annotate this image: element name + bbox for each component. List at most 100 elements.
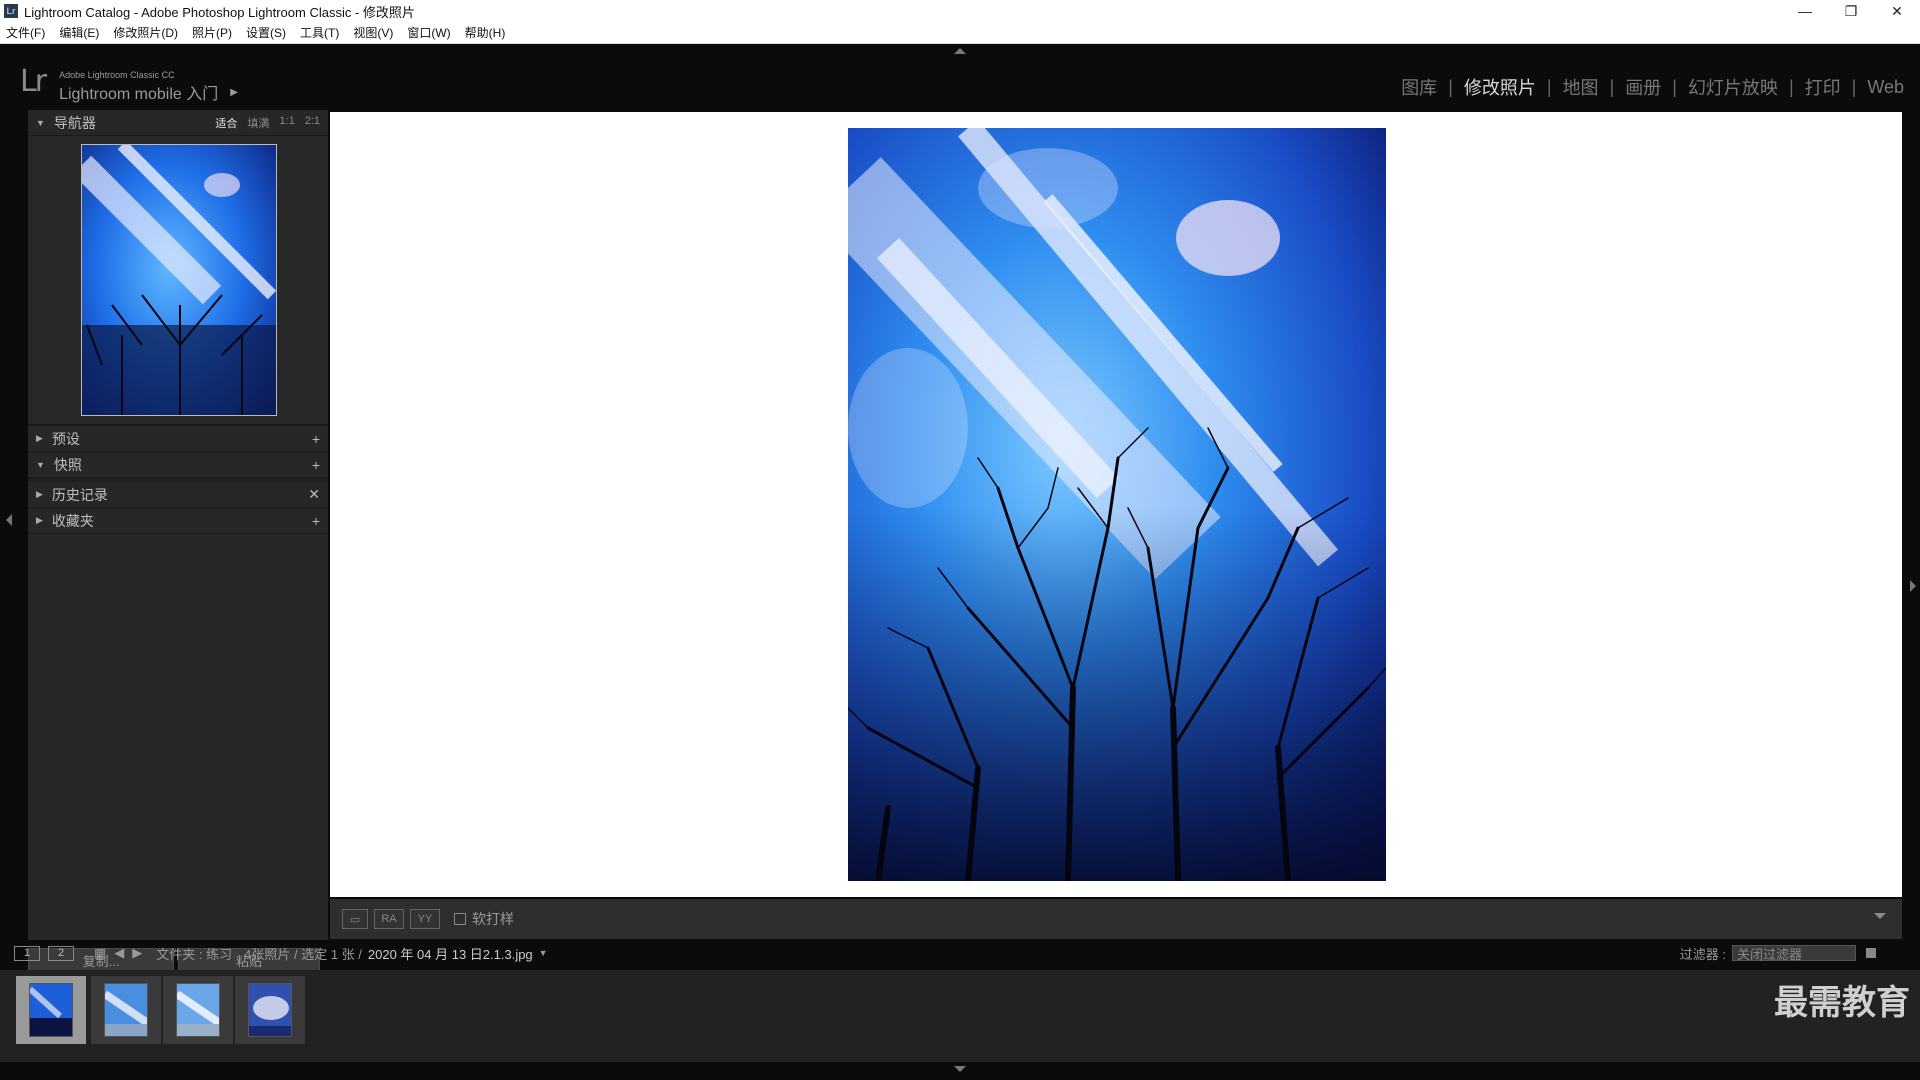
watermark-logo: 最需教育 xyxy=(1774,983,1910,1023)
menu-bar: 文件(F) 编辑(E) 修改照片(D) 照片(P) 设置(S) 工具(T) 视图… xyxy=(0,22,1920,44)
navigator-title: 导航器 xyxy=(53,114,96,131)
navigator-thumbnail[interactable] xyxy=(81,144,277,416)
film-image-3 xyxy=(176,983,220,1037)
image-canvas[interactable] xyxy=(330,112,1902,897)
film-image-2 xyxy=(104,983,148,1037)
identity-plate[interactable]: Lr Adobe Lightroom Classic CC Lightroom … xyxy=(20,64,238,104)
filter-group: 过滤器 : 关闭过滤器 xyxy=(1680,944,1876,963)
loupe-view-button[interactable]: ▭ xyxy=(342,909,368,929)
history-panel-header[interactable]: ▶ 历史记录 ✕ xyxy=(28,482,328,508)
grid-icon[interactable]: ▦ xyxy=(94,945,106,961)
filter-label: 过滤器 : xyxy=(1679,946,1726,962)
module-library[interactable]: 图库 xyxy=(1401,74,1437,100)
presets-panel-header[interactable]: ▶ 预设 + xyxy=(28,426,328,452)
develop-toolbar: ▭ RA YY 软打样 xyxy=(330,899,1902,939)
collapse-left-icon[interactable] xyxy=(6,514,12,526)
bottom-panel-toggle-icon[interactable] xyxy=(954,1066,966,1072)
filter-lock-icon[interactable] xyxy=(1866,948,1876,958)
expand-right-icon: ▶ xyxy=(36,433,43,443)
right-panel-edge[interactable] xyxy=(1904,104,1920,939)
soft-proof-label: 软打样 xyxy=(472,911,514,927)
lr-logo: Lr xyxy=(20,64,47,99)
navigator-image xyxy=(82,145,276,415)
presets-title: 预设 xyxy=(51,430,80,447)
add-collection-button[interactable]: + xyxy=(312,513,320,529)
forward-arrow-icon[interactable]: ▶ xyxy=(132,945,142,961)
menu-tools[interactable]: 工具(T) xyxy=(300,24,339,41)
before-after-button[interactable]: RA xyxy=(374,909,404,929)
collapse-right-icon[interactable] xyxy=(1910,580,1916,592)
expand-right-icon: ▶ xyxy=(36,515,43,525)
module-separator: | xyxy=(1448,76,1453,97)
collections-panel-header[interactable]: ▶ 收藏夹 + xyxy=(28,508,328,534)
window-titlebar: Lr Lightroom Catalog - Adobe Photoshop L… xyxy=(0,0,1920,22)
snapshots-panel-header[interactable]: ▼ 快照 + xyxy=(28,452,328,478)
film-thumb-2[interactable] xyxy=(91,976,161,1044)
photo-count: 4张照片 / 选定 1 张 / xyxy=(244,946,362,962)
module-separator: | xyxy=(1609,76,1615,97)
module-web[interactable]: Web xyxy=(1867,77,1904,98)
expand-down-icon: ▼ xyxy=(36,117,45,128)
top-panel-toggle-icon[interactable] xyxy=(954,48,966,54)
lightroom-app: Lr Adobe Lightroom Classic CC Lightroom … xyxy=(0,44,1920,1080)
zoom-fill[interactable]: 填满 xyxy=(247,115,269,131)
file-dropdown-icon[interactable]: ▼ xyxy=(539,948,548,958)
soft-proof-checkbox[interactable] xyxy=(454,913,466,925)
expand-right-icon: ▶ xyxy=(36,489,43,499)
menu-file[interactable]: 文件(F) xyxy=(6,24,45,41)
clear-history-button[interactable]: ✕ xyxy=(308,486,320,503)
film-thumb-3[interactable] xyxy=(163,976,233,1044)
main-photo-image xyxy=(848,128,1386,881)
module-separator: | xyxy=(1851,76,1857,97)
toolbar-menu-icon[interactable] xyxy=(1874,913,1886,919)
zoom-1-1[interactable]: 1:1 xyxy=(279,115,294,131)
film-thumb-1[interactable] xyxy=(16,976,86,1044)
window-2-button[interactable]: 2 xyxy=(48,945,74,961)
main-photo xyxy=(848,128,1386,881)
before-after-yy-button[interactable]: YY xyxy=(410,909,440,929)
zoom-2-1[interactable]: 2:1 xyxy=(305,115,320,131)
filter-select[interactable]: 关闭过滤器 xyxy=(1732,945,1856,962)
module-slideshow[interactable]: 幻灯片放映 xyxy=(1688,74,1778,100)
module-separator: | xyxy=(1672,76,1677,97)
module-book[interactable]: 画册 xyxy=(1625,74,1661,100)
navigator-header[interactable]: ▼ 导航器 适合 填满 1:1 2:1 xyxy=(28,110,328,136)
history-title: 历史记录 xyxy=(51,486,108,503)
current-file[interactable]: 2020 年 04 月 13 日2.1.3.jpg xyxy=(368,944,533,963)
menu-photo[interactable]: 照片(P) xyxy=(192,24,232,41)
module-print[interactable]: 打印 xyxy=(1805,74,1841,100)
add-preset-button[interactable]: + xyxy=(312,431,320,447)
expand-down-icon: ▼ xyxy=(36,459,45,470)
menu-develop[interactable]: 修改照片(D) xyxy=(113,24,178,41)
play-triangle-icon[interactable]: ▶ xyxy=(230,87,238,98)
menu-view[interactable]: 视图(V) xyxy=(353,24,393,41)
left-panel-edge[interactable] xyxy=(0,104,26,939)
back-arrow-icon[interactable]: ◀ xyxy=(114,945,124,961)
filmstrip xyxy=(0,970,1920,1062)
collections-title: 收藏夹 xyxy=(51,512,94,529)
restore-button[interactable]: ❐ xyxy=(1828,0,1874,22)
module-map[interactable]: 地图 xyxy=(1563,74,1599,100)
menu-help[interactable]: 帮助(H) xyxy=(465,24,506,41)
module-develop[interactable]: 修改照片 xyxy=(1464,74,1536,100)
folder-label[interactable]: 文件夹 : 练习 xyxy=(156,944,232,963)
window-1-button[interactable]: 1 xyxy=(14,945,40,961)
navigator-preview xyxy=(28,136,328,426)
close-button[interactable]: ✕ xyxy=(1874,0,1920,22)
snapshots-title: 快照 xyxy=(53,456,82,473)
identity-subtitle: Adobe Lightroom Classic CC xyxy=(59,70,175,80)
add-snapshot-button[interactable]: + xyxy=(312,457,320,473)
filmstrip-bar: 1 2 ▦ ◀ ▶ 文件夹 : 练习 4张照片 / 选定 1 张 / 2020 … xyxy=(0,942,1920,964)
film-thumb-4[interactable] xyxy=(235,976,305,1044)
module-separator: | xyxy=(1788,76,1794,97)
left-panel: ▼ 导航器 适合 填满 1:1 2:1 ▶ 预设 + ▼ 快照 + ▶ 历史记录… xyxy=(28,110,328,972)
zoom-fit[interactable]: 适合 xyxy=(215,115,237,131)
film-image-1 xyxy=(29,983,73,1037)
window-title: Lightroom Catalog - Adobe Photoshop Ligh… xyxy=(24,4,415,20)
minimize-button[interactable]: — xyxy=(1782,0,1828,22)
lightroom-app-icon: Lr xyxy=(4,4,18,18)
menu-edit[interactable]: 编辑(E) xyxy=(59,24,99,41)
module-separator: | xyxy=(1546,76,1552,97)
menu-settings[interactable]: 设置(S) xyxy=(246,24,286,41)
menu-window[interactable]: 窗口(W) xyxy=(407,24,450,41)
